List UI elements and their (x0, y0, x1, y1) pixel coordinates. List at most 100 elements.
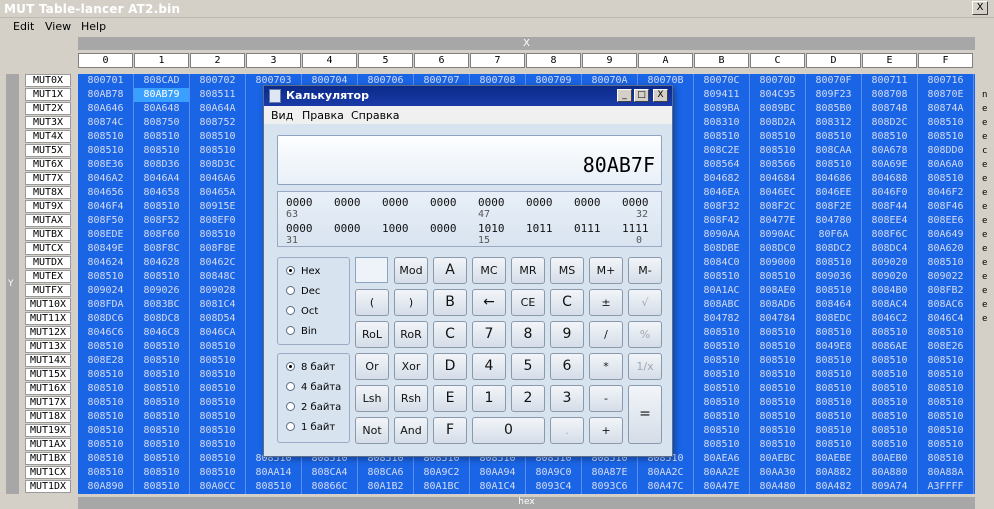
digit-5-button[interactable]: 5 (511, 353, 545, 380)
table-cell[interactable]: 80A620 (918, 242, 974, 256)
hex-e-button[interactable]: E (433, 385, 467, 412)
table-cell[interactable]: 808752 (190, 116, 246, 130)
table-cell[interactable]: 809024 (78, 284, 134, 298)
table-cell[interactable]: 808D36 (134, 158, 190, 172)
mc-button[interactable]: MC (472, 257, 506, 284)
table-cell[interactable]: 808510 (918, 438, 974, 452)
table-cell[interactable]: 80A9C2 (414, 466, 470, 480)
table-cell[interactable]: 808510 (862, 354, 918, 368)
table-cell[interactable]: 808D2A (750, 116, 806, 130)
table-cell[interactable]: 808F8E (190, 242, 246, 256)
table-cell[interactable]: 8046EC (750, 186, 806, 200)
table-cell[interactable]: 808510 (134, 144, 190, 158)
table-cell[interactable]: 80A649 (918, 228, 974, 242)
table-cell[interactable]: 80A648 (134, 102, 190, 116)
radio-bin[interactable]: Bin (286, 326, 317, 337)
table-cell[interactable]: 8046EE (806, 186, 862, 200)
divide-button[interactable]: / (589, 321, 623, 348)
table-cell[interactable]: 80AB79 (134, 88, 190, 102)
table-cell[interactable]: 80AA14 (246, 466, 302, 480)
table-cell[interactable]: 808510 (806, 284, 862, 298)
table-cell[interactable]: 8046C6 (78, 326, 134, 340)
table-cell[interactable]: 808510 (806, 410, 862, 424)
table-cell[interactable]: 80A47C (638, 480, 694, 494)
table-cell[interactable]: 808510 (862, 410, 918, 424)
table-cell[interactable]: 808510 (862, 396, 918, 410)
table-cell[interactable]: 808510 (862, 424, 918, 438)
table-cell[interactable]: 80A480 (750, 480, 806, 494)
table-cell[interactable]: 808D3C (190, 158, 246, 172)
mod-button[interactable]: Mod (394, 257, 428, 284)
table-cell[interactable]: 8084B0 (862, 284, 918, 298)
table-cell[interactable]: 808510 (78, 368, 134, 382)
table-cell[interactable]: 808510 (750, 382, 806, 396)
menu-view[interactable]: View (45, 20, 71, 33)
table-cell[interactable]: 809411 (694, 88, 750, 102)
table-cell[interactable]: 808510 (78, 144, 134, 158)
hex-f-button[interactable]: F (433, 417, 467, 444)
table-cell[interactable]: 808F46 (918, 200, 974, 214)
table-cell[interactable]: 808510 (190, 382, 246, 396)
table-cell[interactable]: 804656 (78, 186, 134, 200)
close-button[interactable]: X (653, 89, 668, 102)
table-cell[interactable]: 808510 (134, 130, 190, 144)
table-cell[interactable]: 808510 (134, 452, 190, 466)
table-cell[interactable]: 808510 (694, 354, 750, 368)
table-cell[interactable]: 8090AC (750, 228, 806, 242)
calculator-titlebar[interactable]: Калькулятор _ □ X (264, 86, 672, 106)
table-cell[interactable]: 808AE0 (750, 284, 806, 298)
table-cell[interactable]: 8046CA (190, 326, 246, 340)
table-cell[interactable]: 808510 (806, 326, 862, 340)
table-cell[interactable]: 80A64A (190, 102, 246, 116)
table-cell[interactable]: 804628 (134, 256, 190, 270)
decimal-button[interactable]: . (550, 417, 584, 444)
table-cell[interactable]: 80AB78 (78, 88, 134, 102)
table-cell[interactable]: 8046A6 (190, 172, 246, 186)
table-cell[interactable]: 808510 (78, 340, 134, 354)
left-shift-button[interactable]: Lsh (355, 385, 389, 412)
table-cell[interactable]: 80874A (918, 102, 974, 116)
sign-button[interactable]: ± (589, 289, 623, 316)
table-cell[interactable]: 804C95 (750, 88, 806, 102)
digit-7-button[interactable]: 7 (472, 321, 506, 348)
table-cell[interactable]: 808F42 (694, 214, 750, 228)
table-cell[interactable]: 800701 (78, 74, 134, 88)
radio-dec[interactable]: Dec (286, 286, 320, 297)
table-cell[interactable]: 8086AE (862, 340, 918, 354)
radio-2-bytes[interactable]: 2 байта (286, 402, 341, 413)
table-cell[interactable]: 8049E8 (806, 340, 862, 354)
hex-d-button[interactable]: D (433, 353, 467, 380)
table-cell[interactable]: 80A1BC (414, 480, 470, 494)
table-cell[interactable]: 8046EA (694, 186, 750, 200)
table-cell[interactable]: 80A482 (806, 480, 862, 494)
digit-2-button[interactable]: 2 (511, 385, 545, 412)
table-cell[interactable]: 80AEA6 (694, 452, 750, 466)
table-cell[interactable]: 808510 (750, 130, 806, 144)
table-cell[interactable]: 808510 (134, 354, 190, 368)
digit-1-button[interactable]: 1 (472, 385, 506, 412)
table-cell[interactable]: 80477E (750, 214, 806, 228)
not-button[interactable]: Not (355, 417, 389, 444)
table-cell[interactable]: 808510 (78, 396, 134, 410)
table-cell[interactable]: 808510 (134, 396, 190, 410)
table-cell[interactable]: 8046C2 (862, 312, 918, 326)
table-cell[interactable]: 808510 (190, 424, 246, 438)
table-cell[interactable]: 808510 (190, 144, 246, 158)
table-cell[interactable]: 808510 (78, 382, 134, 396)
table-cell[interactable]: 808EE6 (918, 214, 974, 228)
table-cell[interactable]: 80070C (694, 74, 750, 88)
table-cell[interactable]: 80A678 (862, 144, 918, 158)
table-cell[interactable]: 80A69E (862, 158, 918, 172)
table-cell[interactable]: 808510 (918, 424, 974, 438)
table-cell[interactable]: 808E26 (918, 340, 974, 354)
menu-help[interactable]: Help (81, 20, 106, 33)
table-cell[interactable]: 808510 (862, 368, 918, 382)
table-cell[interactable]: 808CA6 (358, 466, 414, 480)
percent-button[interactable]: % (628, 321, 662, 348)
table-cell[interactable]: 808510 (78, 130, 134, 144)
table-cell[interactable]: 808510 (134, 410, 190, 424)
table-cell[interactable]: 804782 (694, 312, 750, 326)
table-cell[interactable]: 808510 (750, 326, 806, 340)
table-cell[interactable]: 80A1B2 (358, 480, 414, 494)
xor-button[interactable]: Xor (394, 353, 428, 380)
